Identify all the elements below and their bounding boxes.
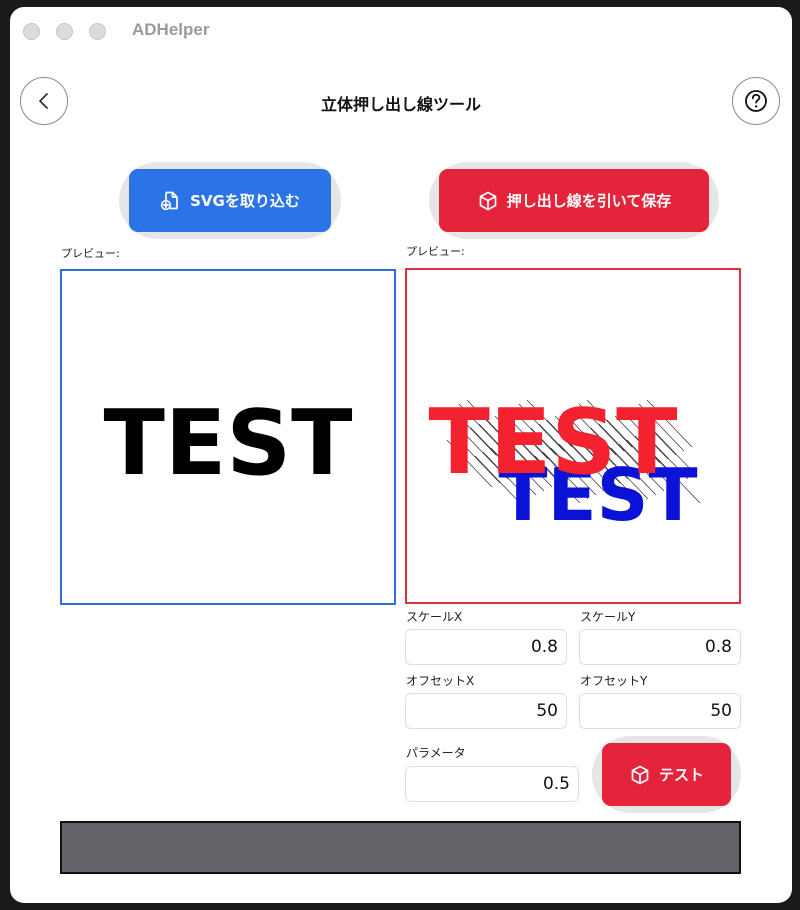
status-bar (60, 821, 741, 874)
scale-y-input[interactable] (579, 629, 741, 665)
scale-y-label: スケールY (580, 610, 636, 624)
parameter-label: パラメータ (406, 746, 466, 760)
source-preview-canvas: TEST (103, 391, 352, 496)
test-button[interactable]: テスト (602, 743, 731, 806)
question-circle-icon (745, 90, 767, 112)
preview-label-left: プレビュー: (61, 247, 120, 260)
cube-icon (479, 191, 497, 210)
offset-y-label: オフセットY (580, 674, 648, 688)
title-bar: ADHelper (10, 7, 792, 55)
extrude-button-wrap: 押し出し線を引いて保存 (429, 162, 719, 239)
page-title: 立体押し出し線ツール (320, 95, 481, 114)
minimize-window-button[interactable] (56, 23, 73, 40)
scale-x-label: スケールX (406, 610, 463, 624)
zoom-window-button[interactable] (89, 23, 106, 40)
extruded-preview: TEST TEST (405, 268, 741, 604)
close-window-button[interactable] (23, 23, 40, 40)
preview-label-right: プレビュー: (406, 245, 465, 258)
scale-x-input[interactable] (405, 629, 567, 665)
offset-y-input[interactable] (579, 693, 741, 729)
cube-icon (631, 765, 649, 784)
source-text: TEST (103, 391, 352, 496)
offset-x-label: オフセットX (406, 674, 475, 688)
file-plus-icon (160, 191, 178, 210)
offset-x-input[interactable] (405, 693, 567, 729)
import-svg-button[interactable]: SVGを取り込む (129, 169, 331, 232)
app-title: ADHelper (132, 20, 210, 39)
source-preview: TEST (60, 269, 396, 605)
test-label: テスト (658, 766, 704, 784)
extrude-save-label: 押し出し線を引いて保存 (506, 192, 672, 210)
import-button-wrap: SVGを取り込む (119, 162, 341, 239)
extruded-preview-canvas: TEST TEST (428, 390, 701, 537)
extruded-front-text: TEST (428, 390, 677, 495)
help-button[interactable] (732, 77, 780, 125)
app-window: ADHelper 立体押し出し線ツール SVGを取り込む 押し出し線を引いて保存… (10, 7, 792, 903)
parameter-input[interactable] (405, 766, 579, 802)
import-svg-label: SVGを取り込む (190, 192, 300, 210)
test-button-wrap: テスト (592, 736, 741, 813)
extrude-save-button[interactable]: 押し出し線を引いて保存 (439, 169, 709, 232)
